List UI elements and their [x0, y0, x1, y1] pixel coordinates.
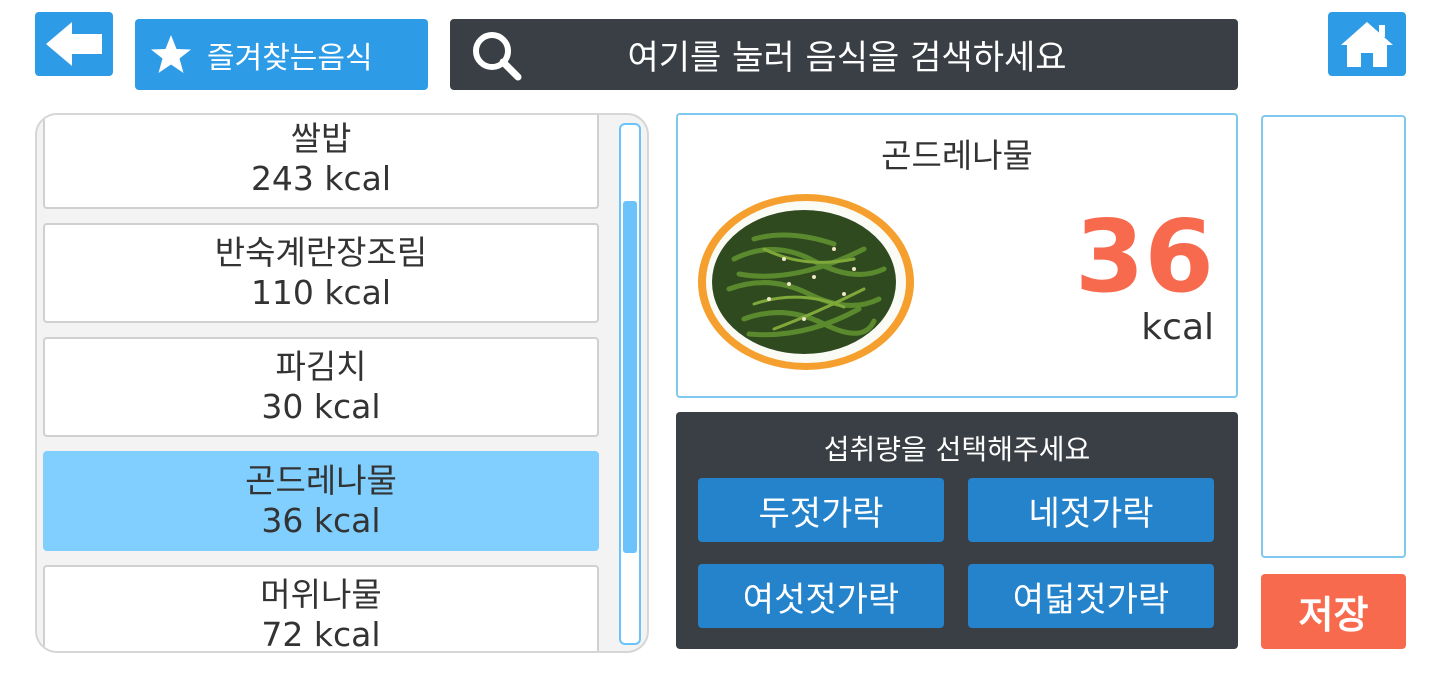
star-icon: [151, 34, 191, 73]
scroll-thumb[interactable]: [623, 201, 637, 553]
selected-foods-box[interactable]: [1261, 115, 1406, 558]
food-photo: [698, 194, 914, 370]
food-list-item[interactable]: 파김치 30 kcal: [43, 337, 599, 437]
food-item-kcal: 110 kcal: [250, 273, 392, 312]
save-button[interactable]: 저장: [1261, 574, 1406, 649]
search-icon: [473, 31, 522, 80]
food-item-kcal: 243 kcal: [250, 159, 392, 198]
portion-six-chopsticks-button[interactable]: 여섯젓가락: [698, 564, 944, 628]
food-list-scroll: 쌀밥 243 kcal 반숙계란장조림 110 kcal 파김치 30 kcal 곤드레나물…: [43, 115, 601, 653]
home-button[interactable]: [1328, 12, 1406, 76]
food-item-kcal: 36 kcal: [261, 501, 381, 540]
food-list-item[interactable]: 반숙계란장조림 110 kcal: [43, 223, 599, 323]
detail-food-name: 곤드레나물: [881, 136, 1033, 175]
search-bar[interactable]: 여기를 눌러 음식을 검색하세요: [450, 19, 1238, 90]
portion-prompt: 섭취량을 선택해주세요: [823, 433, 1091, 466]
portion-two-chopsticks-button[interactable]: 두젓가락: [698, 478, 944, 542]
food-item-name: 곤드레나물: [245, 461, 397, 500]
food-item-kcal: 72 kcal: [261, 615, 381, 653]
food-item-kcal: 30 kcal: [261, 387, 381, 426]
food-item-name: 파김치: [275, 347, 367, 386]
kcal-value: 36: [1074, 198, 1214, 315]
scrollbar[interactable]: [619, 123, 641, 645]
portion-eight-chopsticks-button[interactable]: 여덟젓가락: [968, 564, 1214, 628]
kcal-unit: kcal: [1141, 307, 1214, 348]
food-detail-card: 곤드레나물 36 kcal: [676, 113, 1238, 398]
arrow-left-icon: [46, 22, 102, 66]
food-list-item[interactable]: 머위나물 72 kcal: [43, 565, 599, 653]
food-item-name: 머위나물: [260, 575, 382, 614]
food-list-item[interactable]: 곤드레나물 36 kcal: [43, 451, 599, 551]
food-list[interactable]: 쌀밥 243 kcal 반숙계란장조림 110 kcal 파김치 30 kcal 곤드레나물…: [35, 113, 649, 653]
back-button[interactable]: [35, 12, 113, 76]
search-placeholder: 여기를 눌러 음식을 검색하세요: [627, 38, 1067, 78]
portion-panel: 섭취량을 선택해주세요 두젓가락 네젓가락 여섯젓가락 여덟젓가락: [676, 412, 1238, 649]
favorites-button[interactable]: 즐겨찾는음식: [135, 19, 428, 90]
food-item-name: 쌀밥: [290, 119, 352, 158]
home-icon: [1341, 22, 1393, 67]
food-item-name: 반숙계란장조림: [214, 233, 428, 272]
favorites-label: 즐겨찾는음식: [207, 40, 373, 76]
food-list-item[interactable]: 쌀밥 243 kcal: [43, 115, 599, 209]
portion-four-chopsticks-button[interactable]: 네젓가락: [968, 478, 1214, 542]
